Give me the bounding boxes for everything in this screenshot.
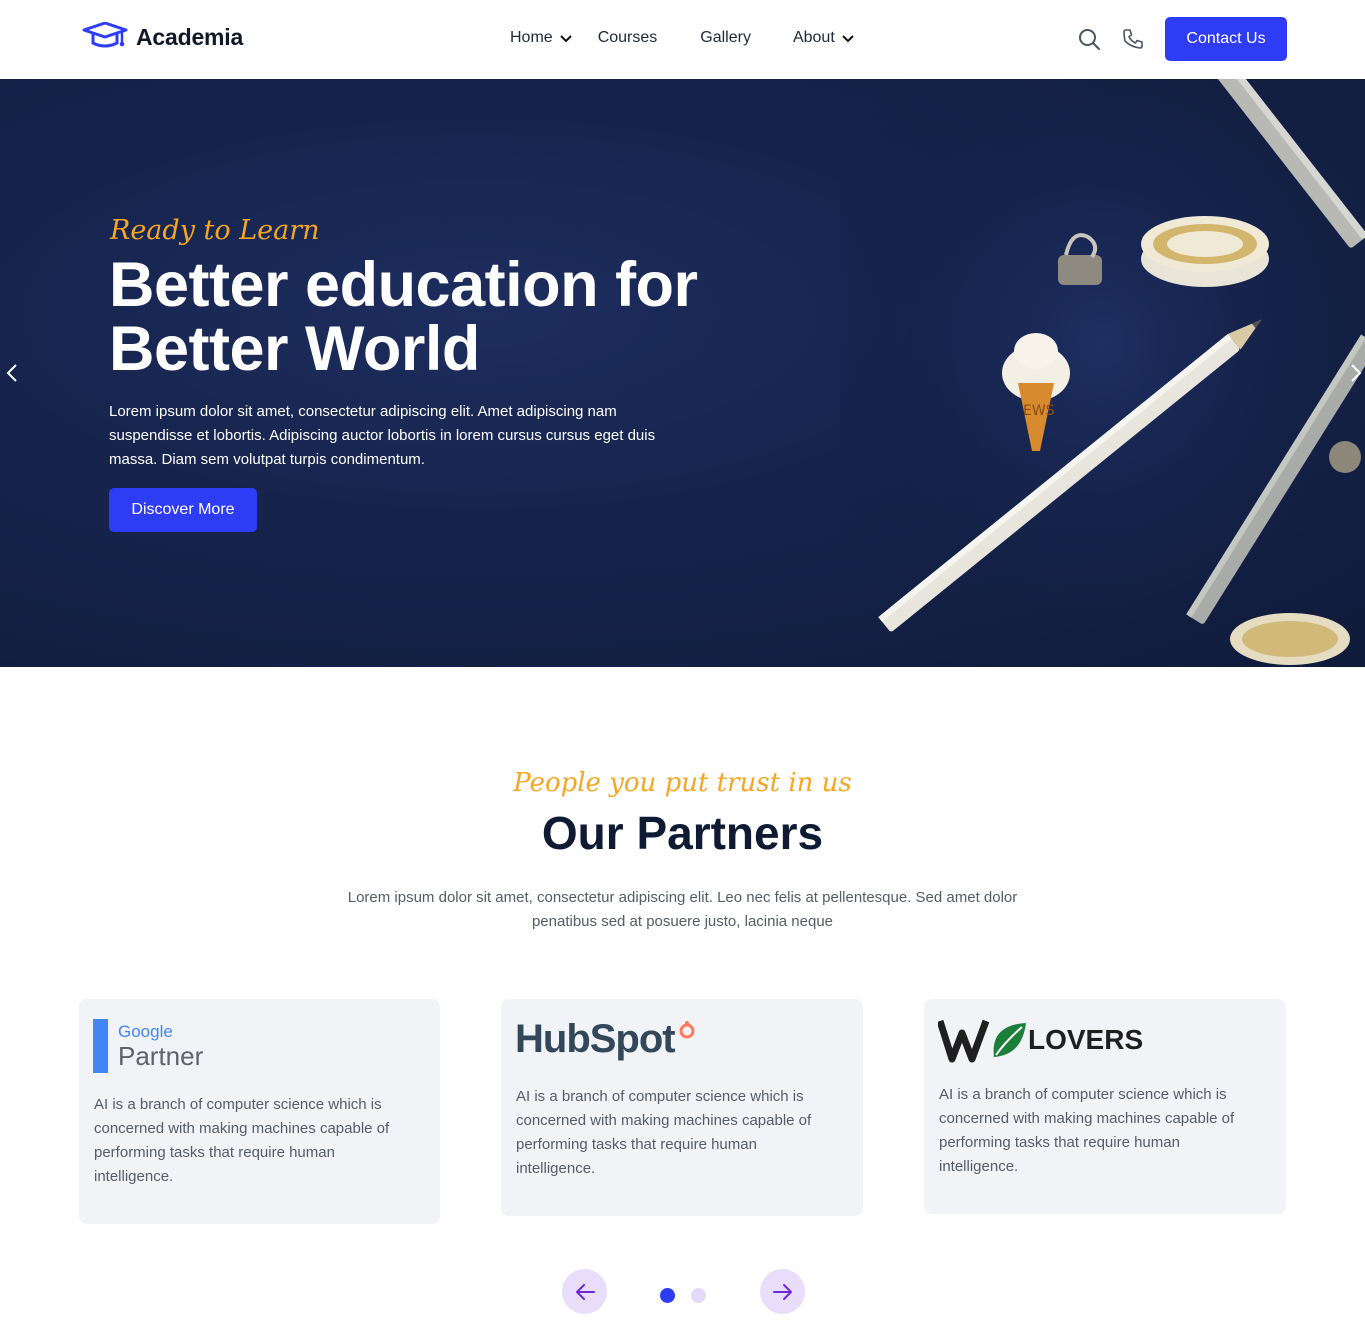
nav-item-label: About	[792, 29, 835, 46]
chevron-left-icon[interactable]	[3, 362, 21, 384]
chevron-down-icon	[842, 35, 854, 43]
partner-card-text: AI is a branch of computer science which…	[939, 1086, 1235, 1175]
arrow-left-icon	[575, 1283, 595, 1300]
svg-text:EWS: EWS	[1023, 403, 1055, 419]
phone-icon[interactable]	[1121, 27, 1145, 51]
lovers-logo: LOVERS	[938, 1017, 1143, 1063]
main-nav: Home Courses Gallery About	[510, 29, 855, 47]
search-icon[interactable]	[1077, 27, 1101, 51]
lovers-logo-word: LOVERS	[1028, 1024, 1144, 1055]
logo-text: Academia	[136, 23, 244, 50]
we-leaf-icon	[938, 1019, 1026, 1063]
partner-card-hubspot: HubSpot AI is a branch of computer scien…	[501, 999, 863, 1216]
partner-logo-word: Partner	[118, 1041, 204, 1071]
nav-item-label: Courses	[597, 29, 658, 46]
hubspot-logo-word: HubSpot	[515, 1017, 676, 1061]
prev-slide-button[interactable]	[562, 1269, 607, 1314]
hero-title-line-1: Better education for	[109, 250, 698, 320]
next-slide-button[interactable]	[760, 1269, 805, 1314]
hero-slider: EWS Ready to Learn Better education for …	[0, 79, 1365, 667]
partner-card-text: AI is a branch of computer science which…	[94, 1096, 390, 1185]
sprocket-icon	[679, 1020, 695, 1038]
slide-dot-2[interactable]	[691, 1288, 706, 1303]
hubspot-logo: HubSpot	[515, 1017, 697, 1062]
nav-item-courses[interactable]: Courses	[598, 29, 658, 47]
chevron-right-icon[interactable]	[1347, 362, 1365, 384]
arrow-right-icon	[772, 1283, 792, 1300]
hero-tagline: Ready to Learn	[110, 215, 320, 246]
discover-more-button[interactable]: Discover More	[109, 488, 257, 532]
hero-stationery-image: EWS	[840, 79, 1365, 667]
hero-description: Lorem ipsum dolor sit amet, consectetur …	[109, 403, 656, 468]
nav-item-gallery[interactable]: Gallery	[700, 29, 751, 47]
slide-dot-1[interactable]	[660, 1288, 675, 1303]
chevron-down-icon	[559, 35, 572, 43]
nav-item-about[interactable]: About	[793, 29, 855, 47]
hero-title: Better education for Better World	[109, 253, 749, 381]
google-partner-logo: Google Partner	[93, 1019, 203, 1073]
partners-description: Lorem ipsum dolor sit amet, consectetur …	[347, 889, 1018, 930]
graduation-cap-icon	[82, 22, 128, 48]
contact-us-button[interactable]: Contact Us	[1165, 17, 1287, 61]
hero-title-line-2: Better World	[109, 314, 480, 384]
nav-item-label: Home	[510, 29, 553, 46]
partner-card-google: Google Partner AI is a branch of compute…	[79, 999, 440, 1224]
partners-title: Our Partners	[541, 807, 824, 859]
partner-card-text: AI is a branch of computer science which…	[516, 1088, 812, 1177]
google-logo-word: Google	[118, 1022, 173, 1041]
site-header: Academia Home Courses Gallery About Cont…	[0, 0, 1365, 79]
partners-tagline: People you put trust in us	[513, 768, 852, 798]
nav-item-home[interactable]: Home	[510, 29, 573, 47]
partner-card-lovers: LOVERS AI is a branch of computer scienc…	[924, 999, 1286, 1214]
nav-item-label: Gallery	[700, 29, 751, 46]
logo[interactable]: Academia	[82, 22, 243, 52]
